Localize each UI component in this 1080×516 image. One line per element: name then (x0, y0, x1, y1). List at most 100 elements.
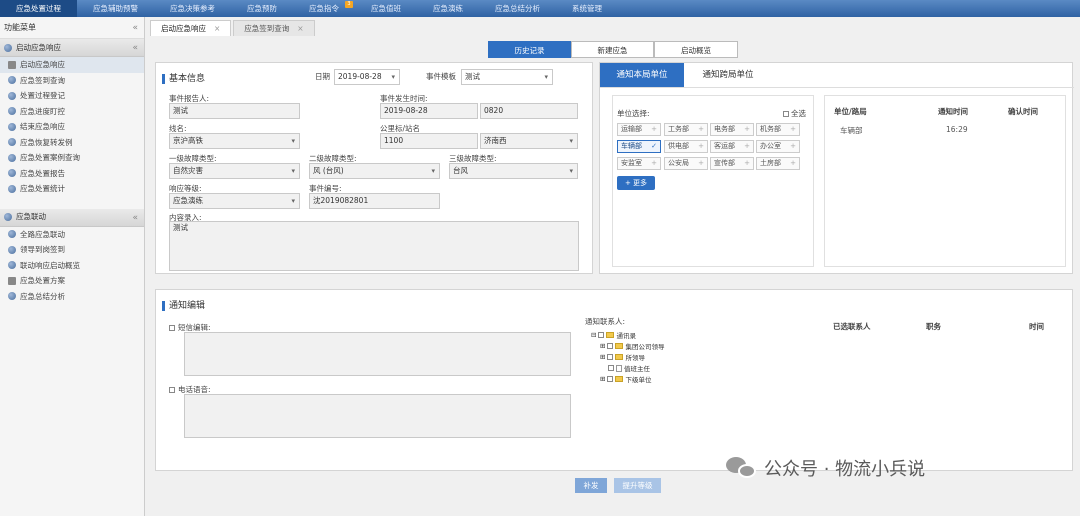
tab-cross-units[interactable]: 通知跨局单位 (686, 63, 770, 87)
unit-btn-vehicle[interactable]: 车辆部 ✓ (617, 140, 661, 153)
close-icon[interactable]: × (214, 24, 220, 33)
tree-checkbox[interactable] (607, 343, 614, 349)
nav-tab-drill[interactable]: 应急演练 (417, 0, 479, 17)
sidebar-group-response[interactable]: 启动应急响应 « (0, 39, 144, 57)
tree-node-institute[interactable]: ⊞ 所领导 (600, 352, 645, 362)
new-emergency-button[interactable]: 新建应急 (571, 41, 654, 58)
unit-btn-electric[interactable]: 电务部 + (710, 123, 754, 136)
template-select[interactable]: 测试 ▾ (461, 69, 553, 85)
nav-tab-duty[interactable]: 应急值班 (355, 0, 417, 17)
sidebar-group-label: 应急联动 (16, 212, 46, 221)
unit-btn-police[interactable]: 公安局 + (664, 157, 708, 170)
type2-select[interactable]: 风 (台风) ▾ (309, 163, 440, 179)
history-button[interactable]: 历史记录 (488, 41, 571, 58)
sidebar-item-recovery[interactable]: 应急恢复转发例 (0, 135, 144, 151)
tab-local-units[interactable]: 通知本局单位 (600, 63, 684, 87)
select-all-toggle[interactable]: 全选 (783, 108, 806, 119)
sidebar-item-process-log[interactable]: 处置过程登记 (0, 88, 144, 104)
close-icon[interactable]: × (297, 24, 303, 33)
collapse-icon[interactable]: « (132, 17, 138, 39)
page-tab-signin-query[interactable]: 应急签到查询 × (233, 20, 315, 36)
house-icon (8, 60, 16, 69)
reporter-field[interactable]: 测试 (169, 103, 300, 119)
voice-checkbox[interactable] (169, 386, 175, 393)
tree-node-root[interactable]: ⊟ 通讯录 (591, 330, 636, 340)
tree-label: 所领导 (625, 354, 645, 362)
unit-btn-passenger[interactable]: 客运部 + (710, 140, 754, 153)
overview-button[interactable]: 启动概览 (654, 41, 738, 58)
sidebar-item-start-response[interactable]: 启动应急响应 (0, 57, 144, 73)
tree-node-subunits[interactable]: ⊞ 下级单位 (600, 374, 651, 384)
tree-checkbox[interactable] (607, 354, 614, 360)
station-select[interactable]: 济南西 ▾ (480, 133, 578, 149)
unit-label: 电务部 (714, 125, 735, 133)
level-select[interactable]: 应急演练 ▾ (169, 193, 300, 209)
tree-checkbox[interactable] (598, 332, 605, 338)
nav-tab-command[interactable]: 应急指令 3 (293, 0, 355, 17)
select-all-checkbox[interactable] (783, 110, 789, 117)
nav-tab-system[interactable]: 系统管理 (556, 0, 618, 17)
unit-btn-works[interactable]: 工务部 + (664, 123, 708, 136)
unit-btn-safety[interactable]: 安监室 + (617, 157, 661, 170)
sidebar-item-leader-signin[interactable]: 领导到岗签到 (0, 242, 144, 258)
code-field[interactable]: 沈2019082801 (309, 193, 440, 209)
globe-icon (8, 138, 16, 147)
sidebar-item-label: 联动响应启动概览 (20, 260, 80, 270)
globe-icon (4, 43, 12, 52)
collapse-icon[interactable]: « (132, 39, 138, 57)
unit-btn-housing[interactable]: 土房部 + (756, 157, 800, 170)
date-select[interactable]: 2019-08-28 ▾ (334, 69, 400, 85)
col-selected-contacts: 已选联系人 (833, 322, 871, 331)
sms-textarea[interactable] (184, 332, 571, 376)
nav-tab-prevention[interactable]: 应急预防 (231, 0, 293, 17)
upgrade-level-button[interactable]: 提升等级 (614, 478, 661, 493)
voice-textarea[interactable] (184, 394, 571, 438)
tree-node-leaders[interactable]: ⊞ 集团公司领导 (600, 341, 664, 351)
content-textarea[interactable]: 测试 (169, 221, 579, 271)
occur-time-field[interactable]: 0820 (480, 103, 578, 119)
tree-node-duty[interactable]: 值班主任 (608, 363, 650, 373)
sidebar-item-analysis[interactable]: 应急总结分析 (0, 289, 144, 305)
sidebar-item-stats[interactable]: 应急处置统计 (0, 181, 144, 197)
sidebar-item-progress[interactable]: 应急进度盯控 (0, 104, 144, 120)
more-units-button[interactable]: + 更多 (617, 176, 655, 190)
unit-btn-publicity[interactable]: 宣传部 + (710, 157, 754, 170)
unit-btn-office[interactable]: 办公室 + (756, 140, 800, 153)
unit-btn-transport[interactable]: 运输部 + (617, 123, 661, 136)
sidebar-item-label: 启动应急响应 (20, 60, 65, 69)
unit-btn-power[interactable]: 供电部 + (664, 140, 708, 153)
station-value: 济南西 (484, 136, 507, 145)
house-icon (8, 276, 16, 285)
line-select[interactable]: 京沪高铁 ▾ (169, 133, 300, 149)
sidebar-item-report[interactable]: 应急处置报告 (0, 166, 144, 182)
notify-edit-panel: 通知编辑 短信编辑: 电话语音: 通知联系人: ⊟ 通讯录 ⊞ 集团公司领导 ⊞ 所领… (155, 289, 1073, 471)
tree-checkbox[interactable] (608, 365, 614, 371)
occur-date-field[interactable]: 2019-08-28 (380, 103, 478, 119)
sidebar-item-plan[interactable]: 应急处置方案 (0, 273, 144, 289)
sidebar-group-linkage[interactable]: 应急联动 « (0, 208, 144, 227)
sidebar-item-end-response[interactable]: 结束应急响应 (0, 119, 144, 135)
sms-checkbox[interactable] (169, 324, 175, 331)
page-tab-start-response[interactable]: 启动应急响应 × (150, 20, 232, 36)
sidebar-item-label: 应急处置案例查询 (20, 153, 80, 162)
globe-icon (8, 245, 16, 254)
sidebar-item-full-linkage[interactable]: 全路应急联动 (0, 227, 144, 243)
nav-tab-decision[interactable]: 应急决策参考 (154, 0, 231, 17)
basic-info-panel: 基本信息 日期 2019-08-28 ▾ 事件模板 测试 ▾ 事件报告人: 测试 事… (155, 62, 593, 274)
collapse-icon[interactable]: « (132, 209, 138, 227)
km-field[interactable]: 1100 (380, 133, 478, 149)
type1-select[interactable]: 自然灾害 ▾ (169, 163, 300, 179)
nav-tab-process[interactable]: 应急处置过程 (0, 0, 77, 17)
type3-select[interactable]: 台风 ▾ (449, 163, 578, 179)
sidebar-item-case-query[interactable]: 应急处置案例查询 (0, 150, 144, 166)
tree-checkbox[interactable] (607, 376, 614, 382)
nav-tab-warning[interactable]: 应急辅助预警 (77, 0, 154, 17)
sidebar-item-signin-query[interactable]: 应急签到查询 (0, 73, 144, 89)
unit-btn-locomotive[interactable]: 机务部 + (756, 123, 800, 136)
supplement-button[interactable]: 补发 (575, 478, 607, 493)
sidebar-item-label: 应急总结分析 (20, 291, 65, 301)
sidebar-item-linkage-overview[interactable]: 联动响应启动概览 (0, 258, 144, 274)
unit-label: 工务部 (668, 125, 689, 133)
nav-tab-summary[interactable]: 应急总结分析 (479, 0, 556, 17)
